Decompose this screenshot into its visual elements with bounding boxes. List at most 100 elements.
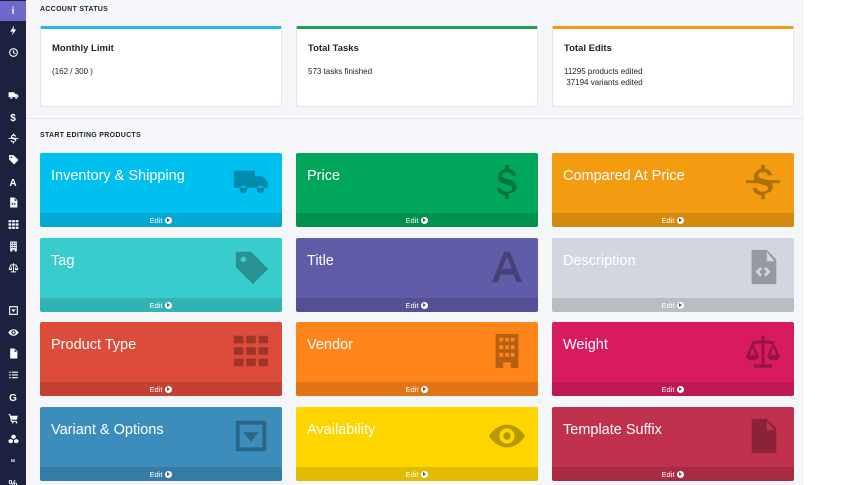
sidebar-item-clock[interactable] xyxy=(0,44,26,64)
sidebar-item-tag[interactable] xyxy=(0,151,26,171)
truck-icon xyxy=(232,163,270,201)
tile-variant-and-options[interactable]: Variant & Options Edit xyxy=(40,407,282,481)
status-card-value: 573 tasks finished xyxy=(308,67,373,76)
status-card-title: Total Edits xyxy=(564,43,612,54)
sidebar-item-dollar[interactable]: $ xyxy=(0,108,26,128)
edit-button-weight[interactable]: Edit xyxy=(552,382,794,396)
sidebar: i $ A G “% xyxy=(0,0,26,485)
file-text-icon xyxy=(744,417,782,455)
edit-label: Edit xyxy=(661,384,675,394)
edit-label: Edit xyxy=(149,300,163,310)
sidebar-item-truck[interactable] xyxy=(0,87,26,107)
status-card-value: 11295 products edited xyxy=(564,67,643,76)
section-divider xyxy=(26,118,804,119)
sidebar-item-balance-scale[interactable] xyxy=(0,259,26,279)
sidebar-item-percent[interactable]: % xyxy=(0,474,26,485)
arrow-circle-right-icon xyxy=(677,385,685,393)
tag-icon xyxy=(8,154,19,168)
tile-title: Availability xyxy=(307,422,376,438)
status-card-total-tasks: Total Tasks 573 tasks finished xyxy=(296,26,538,107)
sidebar-item-list[interactable] xyxy=(0,367,26,387)
tile-title: Vendor xyxy=(307,337,353,353)
main-content: ACCOUNT STATUS Monthly Limit (162 / 300 )… xyxy=(26,0,804,485)
tile-tag[interactable]: Tag Edit xyxy=(40,238,282,312)
tile-title: Compared At Price xyxy=(563,168,685,184)
arrow-circle-right-icon xyxy=(165,385,173,393)
sidebar-item-google[interactable]: G xyxy=(0,388,26,408)
tile-availability[interactable]: Availability Edit xyxy=(296,407,538,481)
tile-compared-at-price[interactable]: Compared At Price Edit xyxy=(552,153,794,227)
grid-icon xyxy=(8,219,19,233)
sidebar-item-cubes[interactable] xyxy=(0,431,26,451)
sidebar-item-file-text[interactable] xyxy=(0,345,26,365)
cart-icon xyxy=(8,413,19,427)
tile-title: Variant & Options xyxy=(51,422,164,438)
file-text-icon xyxy=(8,348,19,362)
balance-scale-icon xyxy=(8,262,19,276)
cubes-icon xyxy=(8,434,19,448)
edit-button-price[interactable]: Edit xyxy=(296,213,538,227)
arrow-circle-right-icon xyxy=(421,216,429,224)
right-panel xyxy=(804,0,864,485)
tile-title[interactable]: Title Edit xyxy=(296,238,538,312)
tile-price[interactable]: Price Edit xyxy=(296,153,538,227)
start-editing-heading: START EDITING PRODUCTS xyxy=(40,132,141,139)
edit-label: Edit xyxy=(405,215,419,225)
clock-icon xyxy=(8,47,19,61)
edit-button-product-type[interactable]: Edit xyxy=(40,382,282,396)
sidebar-item-grid[interactable] xyxy=(0,216,26,236)
status-card-title: Total Tasks xyxy=(308,43,359,54)
tile-template-suffix[interactable]: Template Suffix Edit xyxy=(552,407,794,481)
account-status-heading: ACCOUNT STATUS xyxy=(40,6,109,13)
tile-inventory-and-shipping[interactable]: Inventory & Shipping Edit xyxy=(40,153,282,227)
caret-square-icon xyxy=(232,417,270,455)
tile-vendor[interactable]: Vendor Edit xyxy=(296,322,538,396)
sidebar-item-building[interactable] xyxy=(0,238,26,258)
font-icon xyxy=(488,248,526,286)
arrow-circle-right-icon xyxy=(165,216,173,224)
edit-button-variant-and-options[interactable]: Edit xyxy=(40,467,282,481)
sidebar-item-quote[interactable]: “ xyxy=(0,453,26,473)
edit-label: Edit xyxy=(405,384,419,394)
caret-square-icon xyxy=(8,305,19,319)
percent-icon: % xyxy=(8,478,18,485)
sidebar-item-font[interactable]: A xyxy=(0,173,26,193)
status-card-value: 37194 variants edited xyxy=(564,78,643,87)
file-code-icon xyxy=(8,197,19,211)
sidebar-item-info[interactable]: i xyxy=(0,1,26,21)
edit-button-inventory-and-shipping[interactable]: Edit xyxy=(40,213,282,227)
tile-title: Inventory & Shipping xyxy=(51,168,185,184)
google-icon: G xyxy=(9,392,17,404)
sidebar-item-caret-square[interactable] xyxy=(0,302,26,322)
sidebar-item-eye[interactable] xyxy=(0,324,26,344)
tile-title: Tag xyxy=(51,253,75,269)
tile-description[interactable]: Description Edit xyxy=(552,238,794,312)
status-card-value: (162 / 300 ) xyxy=(52,67,93,76)
tile-product-type[interactable]: Product Type Edit xyxy=(40,322,282,396)
sidebar-item-file-code[interactable] xyxy=(0,194,26,214)
sidebar-item-bolt[interactable] xyxy=(0,22,26,42)
balance-scale-icon xyxy=(744,332,782,370)
edit-button-vendor[interactable]: Edit xyxy=(296,382,538,396)
edit-button-title[interactable]: Edit xyxy=(296,298,538,312)
edit-label: Edit xyxy=(149,215,163,225)
edit-label: Edit xyxy=(149,469,163,479)
tile-weight[interactable]: Weight Edit xyxy=(552,322,794,396)
tile-title: Description xyxy=(563,253,636,269)
status-card-monthly-limit: Monthly Limit (162 / 300 ) xyxy=(40,26,282,107)
edit-button-tag[interactable]: Edit xyxy=(40,298,282,312)
dollar-icon: $ xyxy=(10,112,16,124)
edit-label: Edit xyxy=(405,300,419,310)
arrow-circle-right-icon xyxy=(677,470,685,478)
info-icon: i xyxy=(11,5,15,17)
edit-button-availability[interactable]: Edit xyxy=(296,467,538,481)
tile-title: Product Type xyxy=(51,337,137,353)
sidebar-item-strikethrough-dollar[interactable] xyxy=(0,130,26,150)
arrow-circle-right-icon xyxy=(421,470,429,478)
edit-button-description[interactable]: Edit xyxy=(552,298,794,312)
edit-button-template-suffix[interactable]: Edit xyxy=(552,467,794,481)
status-card-title: Monthly Limit xyxy=(52,43,114,54)
edit-button-compared-at-price[interactable]: Edit xyxy=(552,213,794,227)
sidebar-item-cart[interactable] xyxy=(0,410,26,430)
edit-label: Edit xyxy=(661,215,675,225)
